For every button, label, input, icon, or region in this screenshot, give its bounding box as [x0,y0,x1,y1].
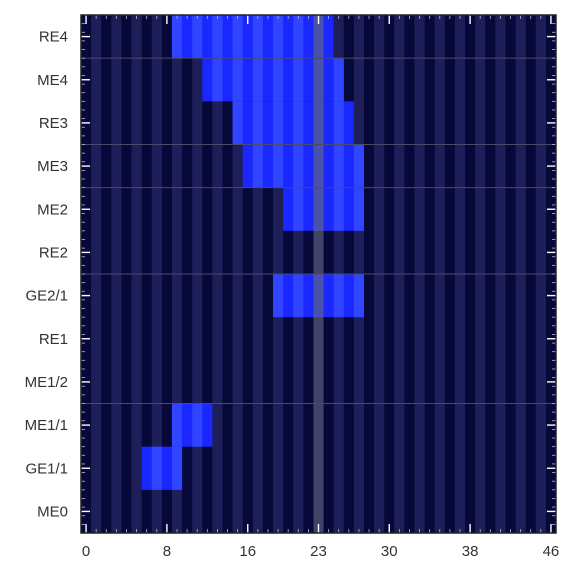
y-tick-label: GE2/1 [25,288,68,305]
x-tick-label: 30 [381,543,398,560]
cell-stripe [273,58,284,102]
cell-stripe [273,274,284,318]
cell-stripe [353,144,364,188]
cell-stripe [333,187,344,231]
cell-stripe [171,403,183,447]
y-tick-label: RE1 [39,331,68,348]
cell-stripe [293,144,304,188]
cell-stripe [333,101,344,145]
cell-stripe [273,144,284,188]
cell-stripe [293,274,304,318]
chart: 0 8 16 23 30 38 46 ME0 GE1/1 ME1/1 ME1/2 RE1 GE2/1 R… [25,14,559,560]
cell-stripe [353,274,364,318]
cell-stripe [273,101,284,145]
y-tick-label: RE3 [39,115,68,132]
y-tick-label: RE4 [39,29,68,46]
cell-stripe [252,58,263,102]
cell-stripe [232,101,243,145]
cell-stripe [232,58,243,102]
cell-stripe [333,274,344,318]
cell-stripe [353,187,364,231]
x-tick-label: 38 [462,543,479,560]
cell-stripe [293,101,304,145]
cell-stripe [252,101,263,145]
cell-stripe [333,144,344,188]
cell-stripe [192,403,203,447]
x-axis: 0 8 16 23 30 38 46 [82,543,559,560]
x-tick-label: 0 [82,543,90,560]
cell-stripe [293,187,304,231]
y-tick-label: ME0 [37,503,68,520]
cell-stripe [151,446,162,490]
y-tick-label: ME1/2 [25,374,68,391]
y-tick-label: ME4 [37,72,68,89]
y-tick-label: ME2 [37,201,68,218]
cell-stripe [232,15,243,59]
y-tick-label: ME3 [37,158,68,175]
cell-stripe [333,58,344,102]
y-tick-label: GE1/1 [25,460,68,477]
y-axis: ME0 GE1/1 ME1/1 ME1/2 RE1 GE2/1 RE2 ME2 ME3 RE3 ME… [25,29,68,521]
cell-stripe [252,144,263,188]
cell-stripe [293,15,304,59]
cell-stripe [171,15,183,59]
y-tick-label: ME1/1 [25,417,68,434]
x-tick-label: 16 [239,543,256,560]
x-tick-label: 46 [543,543,560,560]
x-tick-label: 8 [163,543,171,560]
cell-stripe [252,15,263,59]
y-tick-label: RE2 [39,244,68,261]
cell-stripe [212,15,223,59]
cell-stripe [212,58,223,102]
cell-stripe [273,15,284,59]
cell-stripe [192,15,203,59]
x-tick-label: 23 [310,543,327,560]
cell-stripe [293,58,304,102]
cell-stripe [171,446,183,490]
